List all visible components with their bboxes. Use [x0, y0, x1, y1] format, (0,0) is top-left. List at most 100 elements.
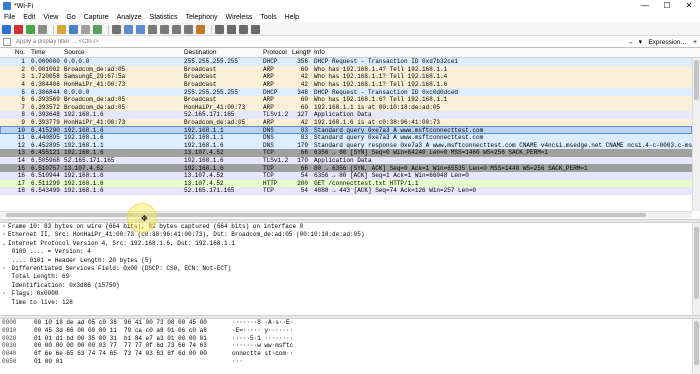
hex-bytes[interactable]: 00 45 3d 86 00 00 80 11 79 ca c0 a8 01 0…	[34, 327, 232, 335]
menu-capture[interactable]: Capture	[80, 14, 113, 21]
expression-button[interactable]: Expression…	[645, 39, 690, 46]
hex-bytes[interactable]: 01 00 01	[34, 358, 232, 366]
go-forward-icon[interactable]	[136, 24, 145, 34]
menu-statistics[interactable]: Statistics	[146, 14, 182, 21]
column-header-length[interactable]: Length	[289, 49, 311, 56]
packet-row[interactable]: 14 6.505968 52.165.171.165 192.168.1.6 TLSv1…	[0, 156, 692, 165]
close-icon[interactable]: ✕	[678, 0, 700, 12]
restart-capture-icon[interactable]	[26, 24, 35, 34]
detail-tree-item[interactable]: › Frame 10: 83 bytes on wire (664 bits), …	[0, 223, 692, 231]
expand-arrow-icon[interactable]: ›	[0, 265, 8, 273]
menu-view[interactable]: View	[39, 14, 62, 21]
expand-arrow-icon[interactable]: ›	[0, 231, 8, 239]
packet-row[interactable]: 13 6.455121 192.168.1.6 13.107.4.52 TCP 66 635…	[0, 149, 692, 157]
capture-options-icon[interactable]	[38, 24, 47, 34]
packet-row[interactable]: 9 6.393779 HonHaiPr_41:00:73 Broadcom_de:ad…	[0, 118, 692, 127]
maximize-icon[interactable]: ☐	[656, 0, 678, 12]
ascii-bytes[interactable]: ·······w ww·msftc	[232, 342, 382, 350]
scrollbar-thumb[interactable]	[694, 321, 699, 365]
go-to-packet-icon[interactable]	[148, 24, 157, 34]
column-header-time[interactable]: Time	[28, 49, 61, 56]
stop-capture-icon[interactable]	[14, 24, 23, 34]
expand-arrow-icon[interactable]: ›	[0, 223, 8, 231]
detail-tree-item[interactable]: › Ethernet II, Src: HonHaiPr_41:00:73 (c0…	[0, 231, 692, 239]
scrollbar-thumb[interactable]	[694, 227, 699, 299]
shark-fin-start-icon[interactable]	[2, 24, 11, 34]
last-packet-icon[interactable]	[172, 24, 181, 34]
menu-edit[interactable]: Edit	[19, 14, 39, 21]
ascii-bytes[interactable]: ·E=····· y·······	[232, 327, 382, 335]
packet-row[interactable]: 15 6.510757 13.107.4.52 192.168.1.6 TCP 66 80 …	[0, 164, 692, 172]
packet-row[interactable]: 8 6.393648 192.168.1.6 52.165.171.165 TLSv1.…	[0, 111, 692, 119]
packet-row[interactable]: 5 6.386844 0.0.0.0 255.255.255.255 DHCP 348 DH…	[0, 88, 692, 96]
packet-row[interactable]: 11 6.440895 192.168.1.6 192.168.1.1 DNS 83 Sta…	[0, 133, 692, 142]
packet-row[interactable]: 16 6.510944 192.168.1.6 13.107.4.52 TCP 54 635…	[0, 171, 692, 180]
column-header-no[interactable]: No.	[0, 49, 28, 56]
packet-row[interactable]: 17 6.511299 192.168.1.6 13.107.4.52 HTTP 200 G…	[0, 179, 692, 188]
ascii-bytes[interactable]: ·····5·1 ········	[232, 335, 382, 343]
hex-bytes[interactable]: 00 10 18 de ad 05 c0 38 96 41 00 73 08 0…	[34, 319, 232, 327]
menu-wireless[interactable]: Wireless	[221, 14, 256, 21]
packet-row[interactable]: 1 0.000000 0.0.0.0 255.255.255.255 DHCP 356 DH…	[0, 58, 692, 66]
filter-bookmark-icon[interactable]	[3, 38, 11, 46]
ascii-bytes[interactable]: onnectte st·com··	[232, 350, 382, 358]
column-header-protocol[interactable]: Protocol	[260, 49, 289, 56]
hex-bytes[interactable]: 01 01 d1 bd 00 35 00 31 b1 84 e7 a3 01 0…	[34, 335, 232, 343]
packet-row[interactable]: 18 6.543499 192.168.1.6 52.165.171.165 TCP 54…	[0, 187, 692, 195]
filter-history-dropdown-icon[interactable]: ▾	[635, 38, 645, 47]
detail-tree-item[interactable]: 0100 .... = Version: 4	[0, 248, 692, 256]
add-filter-button[interactable]: +	[690, 38, 700, 47]
display-filter-input[interactable]	[14, 37, 626, 47]
ascii-bytes[interactable]: ···	[232, 358, 382, 366]
hex-bytes[interactable]: 00 00 00 00 00 00 03 77 77 77 0f 6d 73 6…	[34, 342, 232, 350]
packet-row[interactable]: 3 1.720058 SamsungE_29:67:5a Broadcast ARP 42…	[0, 73, 692, 81]
expand-arrow-icon[interactable]: ›	[0, 290, 8, 298]
minimize-icon[interactable]: —	[634, 0, 656, 12]
packet-list-horizontal-scrollbar[interactable]	[0, 211, 692, 218]
find-packet-icon[interactable]	[112, 24, 121, 34]
menu-telephony[interactable]: Telephony	[182, 14, 222, 21]
packet-row[interactable]: 7 6.393572 Broadcom_de:ad:05 HonHaiPr_41:00…	[0, 103, 692, 112]
normal-size-icon[interactable]	[239, 24, 248, 34]
menu-go[interactable]: Go	[62, 14, 79, 21]
detail-tree-item[interactable]: › Flags: 0x0000	[0, 290, 692, 298]
detail-tree-item[interactable]: › Differentiated Services Field: 0x00 (D…	[0, 265, 692, 273]
apply-filter-arrow-icon[interactable]: →	[625, 38, 635, 47]
column-header-info[interactable]: Info	[311, 49, 700, 56]
save-file-icon[interactable]	[69, 24, 78, 34]
detail-tree-item[interactable]: Identification: 0x3d86 (15750)	[0, 282, 692, 290]
detail-tree-item[interactable]: ⌄Internet Protocol Version 4, Src: 192.1…	[0, 240, 692, 248]
detail-tree-item[interactable]: Time to live: 128	[0, 299, 692, 307]
column-header-source[interactable]: Source	[61, 49, 181, 56]
open-file-icon[interactable]	[57, 24, 66, 34]
details-vertical-scrollbar[interactable]	[692, 223, 700, 315]
packet-row-selected[interactable]: 10 6.415290 192.168.1.6 192.168.1.1 DNS 83 Sta…	[0, 126, 692, 134]
zoom-in-icon[interactable]	[215, 24, 224, 34]
menu-tools[interactable]: Tools	[256, 14, 280, 21]
scrollbar-thumb[interactable]	[6, 213, 646, 217]
packet-row[interactable]: 2 0.001002 Broadcom_de:ad:05 Broadcast ARP 60…	[0, 65, 692, 74]
packet-list-vertical-scrollbar[interactable]	[692, 58, 700, 211]
column-header-destination[interactable]: Destination	[181, 49, 260, 56]
hex-bytes[interactable]: 6f 6e 6e 65 63 74 74 65 73 74 03 63 6f 6…	[34, 350, 232, 358]
resize-columns-icon[interactable]	[251, 24, 260, 34]
detail-tree-item[interactable]: .... 0101 = Header Length: 20 bytes (5)	[0, 257, 692, 265]
autoscroll-icon[interactable]	[184, 24, 193, 34]
go-back-icon[interactable]	[124, 24, 133, 34]
bytes-vertical-scrollbar[interactable]	[692, 319, 700, 374]
reload-icon[interactable]	[93, 24, 102, 34]
detail-tree-item[interactable]: Total Length: 69	[0, 273, 692, 281]
menu-analyze[interactable]: Analyze	[113, 14, 146, 21]
expanded-arrow-icon[interactable]: ⌄	[0, 240, 8, 248]
scrollbar-thumb[interactable]	[694, 60, 699, 100]
menu-file[interactable]: File	[0, 14, 19, 21]
ascii-bytes[interactable]: ·······8 ·A·s··E·	[232, 319, 382, 327]
first-packet-icon[interactable]	[160, 24, 169, 34]
colorize-icon[interactable]	[196, 24, 205, 34]
packet-row[interactable]: 6 6.393569 Broadcom_de:ad:05 Broadcast ARP 60…	[0, 95, 692, 104]
close-file-icon[interactable]	[81, 24, 90, 34]
menu-help[interactable]: Help	[281, 14, 303, 21]
zoom-out-icon[interactable]	[227, 24, 236, 34]
packet-row[interactable]: 4 6.384406 HonHaiPr_41:00:73 Broadcast ARP 42…	[0, 80, 692, 89]
packet-row[interactable]: 12 6.452895 192.168.1.1 192.168.1.6 DNS 179 St…	[0, 141, 692, 150]
